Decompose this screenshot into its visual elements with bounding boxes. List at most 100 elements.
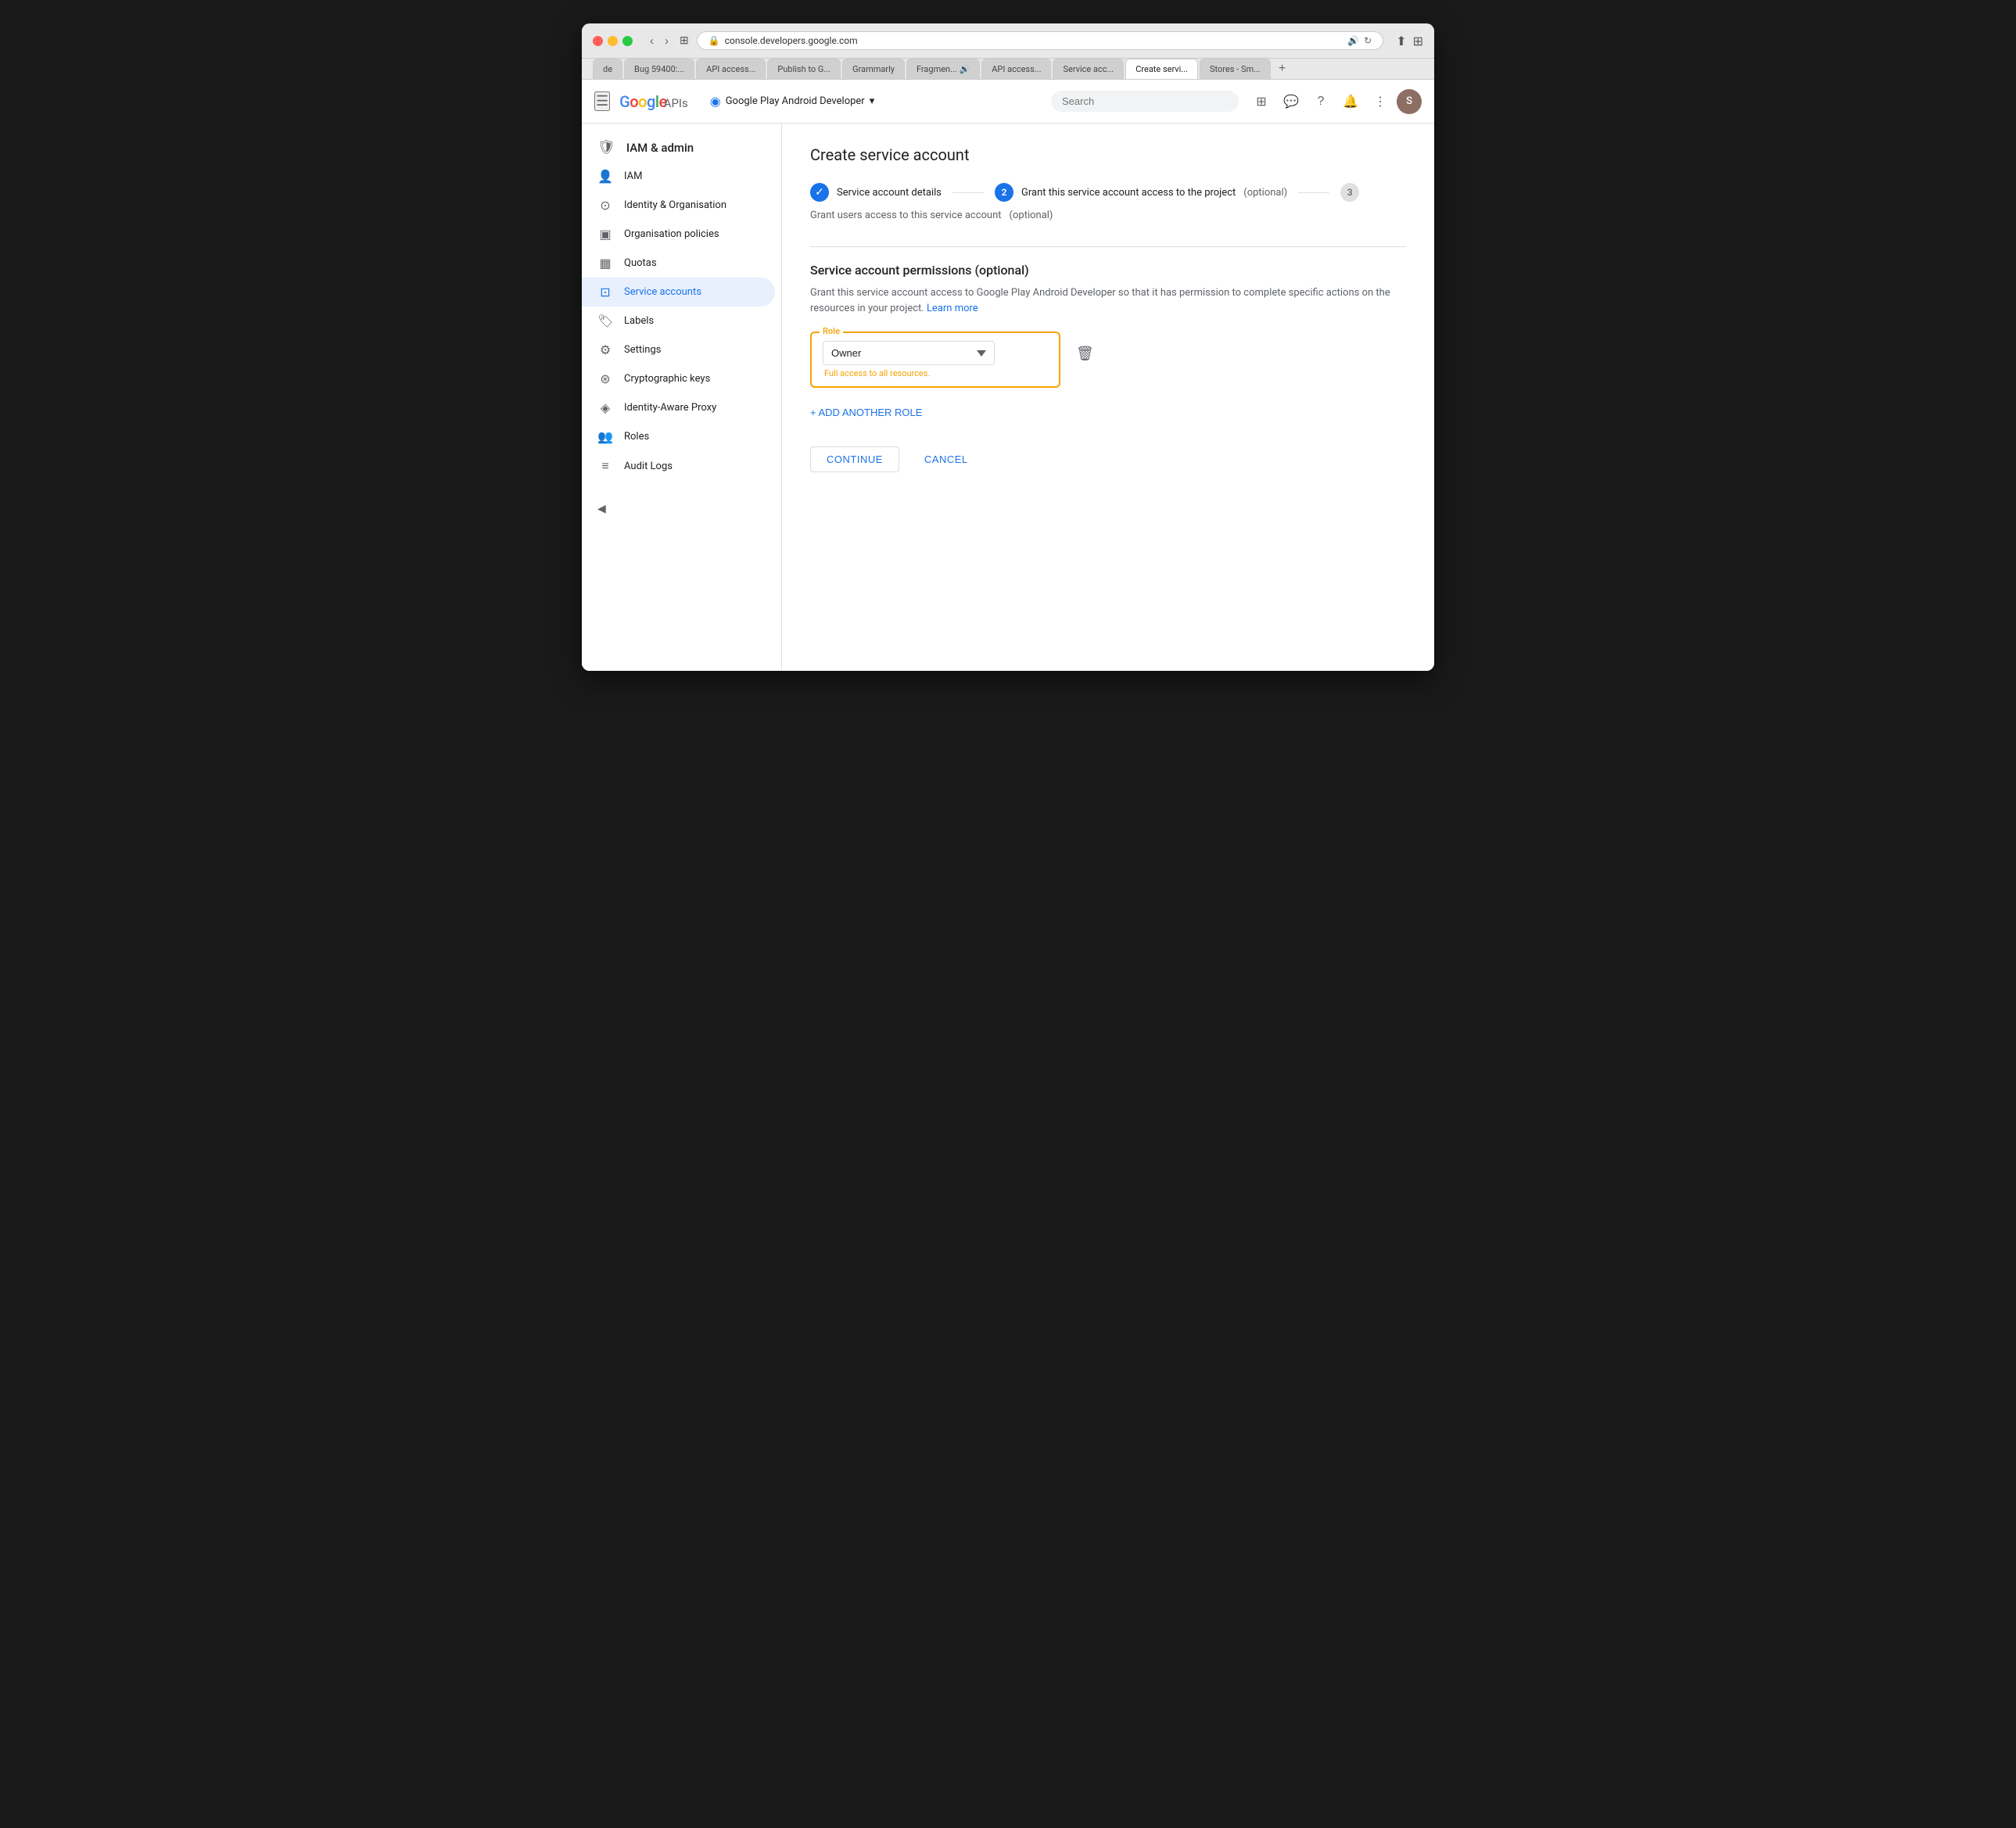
cancel-button[interactable]: CANCEL [909, 447, 984, 471]
step-3-number: 3 [1347, 187, 1353, 198]
roles-icon: 👥 [597, 429, 613, 444]
identity-icon: ⊙ [597, 198, 613, 213]
divider [810, 246, 1406, 247]
tab-de[interactable]: de [593, 59, 622, 79]
apps-icon[interactable]: ⊞ [1248, 88, 1275, 115]
address-bar[interactable]: 🔒 console.developers.google.com 🔊 ↻ [697, 31, 1383, 50]
learn-more-link[interactable]: Learn more [927, 303, 978, 314]
sidebar-header: 🛡 IAM & admin [582, 130, 781, 162]
sidebar-item-audit-logs[interactable]: ≡ Audit Logs [582, 451, 775, 481]
tab-stores[interactable]: Stores - Sm... [1200, 59, 1271, 79]
sidebar-item-org-policies[interactable]: ▣ Organisation policies [582, 220, 775, 249]
hamburger-menu[interactable]: ☰ [594, 91, 610, 111]
forward-button[interactable]: › [662, 33, 672, 49]
org-policies-icon: ▣ [597, 227, 613, 242]
sidebar-item-label-labels: Labels [624, 315, 654, 327]
sidebar-item-labels[interactable]: 🏷 Labels [582, 306, 775, 335]
sidebar-collapse-btn[interactable]: ◀ [582, 493, 781, 525]
sidebar-item-label-audit-logs: Audit Logs [624, 461, 673, 472]
new-tab-icon[interactable]: ⊞ [1413, 34, 1423, 48]
notifications-icon[interactable]: 🔔 [1337, 88, 1364, 115]
role-row: Owner Editor Viewer Browser [823, 341, 1048, 365]
project-selector[interactable]: ◉ Google Play Android Developer ▾ [704, 91, 881, 112]
step-2-optional: (optional) [1243, 187, 1287, 199]
url-text: console.developers.google.com [725, 35, 858, 46]
tab-grammarly[interactable]: Grammarly [842, 59, 905, 79]
google-logo: Google APIs [619, 92, 688, 111]
tab-publish[interactable]: Publish to G... [767, 59, 841, 79]
sidebar-item-label-settings: Settings [624, 344, 661, 356]
apis-text: APIs [664, 96, 688, 110]
section-title: Service account permissions (optional) [810, 263, 1406, 278]
search-input[interactable] [1051, 91, 1239, 112]
role-label: Role [820, 326, 843, 336]
title-bar: ‹ › ⊞ 🔒 console.developers.google.com 🔊 … [582, 23, 1434, 59]
tab-bug[interactable]: Bug 59400:... [624, 59, 694, 79]
crypto-keys-icon: ⊛ [597, 371, 613, 386]
add-another-role-button[interactable]: + ADD ANOTHER ROLE [810, 400, 922, 425]
sidebar-item-iam[interactable]: 👤 IAM [582, 162, 775, 191]
sidebar-item-quotas[interactable]: ▦ Quotas [582, 249, 775, 278]
audit-logs-icon: ≡ [597, 458, 613, 474]
traffic-lights [593, 36, 633, 46]
quotas-icon: ▦ [597, 256, 613, 271]
step-divider-1 [952, 192, 984, 193]
tab-overview-icon[interactable]: ⊞ [680, 34, 689, 47]
stepper-row-1: ✓ Service account details 2 Grant this s… [810, 183, 1406, 221]
help-icon[interactable]: ? [1308, 88, 1334, 115]
sidebar-item-label-org-policies: Organisation policies [624, 228, 719, 240]
tab-api-access-1[interactable]: API access... [696, 59, 766, 79]
sidebar-item-identity[interactable]: ⊙ Identity & Organisation [582, 191, 775, 220]
sidebar-item-label-crypto-keys: Cryptographic keys [624, 373, 710, 385]
step-divider-2 [1298, 192, 1329, 193]
app-header: ☰ Google APIs ◉ Google Play Android Deve… [582, 80, 1434, 124]
role-select[interactable]: Owner Editor Viewer Browser [823, 341, 995, 365]
project-dropdown-icon[interactable]: ▾ [870, 95, 875, 107]
sidebar-item-label-iap: Identity-Aware Proxy [624, 402, 716, 414]
collapse-icon: ◀ [597, 503, 606, 515]
nav-buttons: ‹ › [647, 33, 672, 49]
delete-role-button[interactable]: 🗑 [1073, 342, 1097, 365]
sidebar-item-iap[interactable]: ◈ Identity-Aware Proxy [582, 393, 775, 422]
share-icon[interactable]: ⬆ [1396, 34, 1406, 48]
step-3-label: Grant users access to this service accou… [810, 210, 1002, 221]
checkmark-icon: ✓ [815, 186, 824, 199]
main-content: Create service account ✓ Service account… [782, 124, 1434, 671]
stepper: ✓ Service account details 2 Grant this s… [810, 183, 1406, 221]
sidebar-item-label-roles: Roles [624, 431, 649, 443]
sidebar-item-service-accounts[interactable]: ⊡ Service accounts [582, 278, 775, 306]
refresh-icon[interactable]: ↻ [1364, 35, 1372, 46]
sidebar-title: IAM & admin [626, 141, 694, 155]
minimize-button[interactable] [608, 36, 618, 46]
tab-create-servi[interactable]: Create servi... [1125, 59, 1198, 79]
browser-tabs: de Bug 59400:... API access... Publish t… [582, 59, 1434, 80]
page-title: Create service account [810, 145, 1406, 164]
continue-button[interactable]: CONTINUE [810, 446, 899, 472]
back-button[interactable]: ‹ [647, 33, 657, 49]
tab-fragment[interactable]: Fragmen... 🔊 [906, 59, 980, 79]
add-role-label: + ADD ANOTHER ROLE [810, 407, 922, 418]
sidebar-item-roles[interactable]: 👥 Roles [582, 422, 775, 451]
tab-api-access-2[interactable]: API access... [981, 59, 1051, 79]
tab-service-acc[interactable]: Service acc... [1053, 59, 1124, 79]
chat-icon[interactable]: 💬 [1278, 88, 1304, 115]
project-dot-icon: ◉ [710, 94, 721, 109]
iap-icon: ◈ [597, 400, 613, 415]
maximize-button[interactable] [622, 36, 633, 46]
sidebar-item-crypto-keys[interactable]: ⊛ Cryptographic keys [582, 364, 775, 393]
shield-icon: 🛡 [597, 139, 615, 156]
new-tab-button[interactable]: + [1272, 59, 1292, 79]
sidebar-item-settings[interactable]: ⚙ Settings [582, 335, 775, 364]
settings-icon: ⚙ [597, 342, 613, 357]
section-description: Grant this service account access to Goo… [810, 285, 1406, 316]
more-options-icon[interactable]: ⋮ [1367, 88, 1394, 115]
avatar[interactable]: S [1397, 89, 1422, 114]
app-body: 🛡 IAM & admin 👤 IAM ⊙ Identity & Organis… [582, 124, 1434, 671]
step-2-number: 2 [1002, 187, 1007, 198]
role-container: Role Owner Editor Viewer Browser Full ac… [810, 332, 1060, 388]
header-icons: ⊞ 💬 ? 🔔 ⋮ S [1248, 88, 1422, 115]
step-3-circle: 3 [1340, 183, 1359, 202]
role-hint: Full access to all resources. [823, 368, 1048, 378]
step-3-optional: (optional) [1010, 210, 1053, 221]
close-button[interactable] [593, 36, 603, 46]
